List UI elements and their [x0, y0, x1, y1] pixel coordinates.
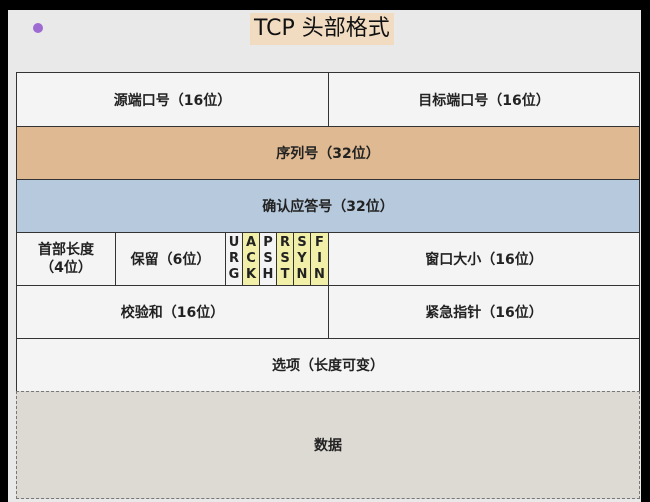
flag-letter: N — [314, 267, 325, 282]
window-size-label: 窗口大小（16位） — [425, 252, 543, 268]
destination-port-label: 目标端口号（16位） — [418, 92, 550, 109]
checksum-field: 校验和（16位） — [16, 285, 329, 339]
destination-port-field: 目标端口号（16位） — [328, 72, 640, 127]
flag-syn: S Y N — [293, 232, 311, 286]
flag-letter: F — [315, 235, 324, 250]
urgent-pointer-field: 紧急指针（16位） — [328, 285, 640, 339]
sequence-number-field: 序列号（32位） — [16, 126, 640, 180]
flag-letter: S — [263, 251, 273, 266]
flag-rst: R S T — [276, 232, 294, 286]
source-port-label: 源端口号（16位） — [113, 92, 232, 109]
source-port-field: 源端口号（16位） — [16, 72, 329, 127]
flag-letter: Y — [297, 251, 307, 266]
flag-letter: N — [296, 267, 308, 282]
reserved-field: 保留（6位） — [115, 232, 226, 286]
flag-letter: C — [246, 251, 256, 266]
flag-letter: A — [245, 235, 257, 250]
decorative-dot — [33, 23, 43, 33]
flag-letter: G — [228, 267, 240, 282]
flag-fin: F I N — [310, 232, 329, 286]
checksum-label: 校验和（16位） — [120, 305, 225, 321]
flag-letter: S — [297, 235, 307, 250]
sequence-number-label: 序列号（32位） — [276, 146, 380, 162]
flag-letter: U — [228, 235, 240, 250]
data-label: 数据 — [314, 438, 342, 454]
window-size-field: 窗口大小（16位） — [328, 232, 640, 286]
ack-number-field: 确认应答号（32位） — [16, 179, 640, 233]
flag-letter: I — [317, 251, 322, 266]
diagram-title: TCP 头部格式 — [250, 13, 394, 45]
flag-urg: U R G — [225, 232, 243, 286]
data-field: 数据 — [16, 391, 640, 499]
header-length-bits: （4位） — [40, 260, 92, 276]
flag-letter: R — [279, 235, 290, 250]
flag-letter: K — [245, 267, 257, 282]
options-field: 选项（长度可变） — [16, 338, 640, 392]
flag-ack: A C K — [242, 232, 260, 286]
reserved-label: 保留（6位） — [130, 252, 211, 268]
flag-letter: H — [262, 267, 274, 282]
urgent-pointer-label: 紧急指针（16位） — [425, 305, 543, 321]
flag-psh: P S H — [259, 232, 277, 286]
header-length-field: 首部长度 （4位） — [16, 232, 116, 286]
ack-number-label: 确认应答号（32位） — [262, 199, 394, 215]
header-length-label: 首部长度 — [38, 242, 94, 258]
flag-letter: P — [263, 235, 273, 250]
flag-letter: R — [228, 251, 239, 266]
flag-letter: T — [280, 267, 290, 282]
options-label: 选项（长度可变） — [272, 358, 384, 374]
flag-letter: S — [280, 251, 290, 266]
